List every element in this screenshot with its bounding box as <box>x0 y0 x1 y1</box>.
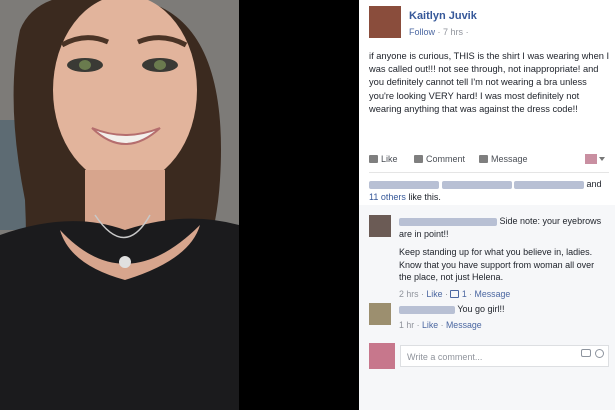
comment-text: You go girl!! <box>457 304 505 314</box>
comment-message-link[interactable]: Message <box>475 289 511 299</box>
redacted-name <box>369 180 439 189</box>
comment-continuation: Keep standing up for what you believe in… <box>399 247 595 282</box>
comment-item: You go girl!! 1 hr · Like · Message <box>369 303 609 333</box>
comment-time[interactable]: 1 hr <box>399 320 414 330</box>
thumbs-up-icon <box>369 155 378 163</box>
camera-icon[interactable] <box>581 349 591 357</box>
follow-link[interactable]: Follow <box>409 27 435 37</box>
post-actions: Like Comment Message <box>369 150 609 170</box>
black-gutter <box>239 0 359 410</box>
and-text: and <box>586 179 602 189</box>
comment-meta: 1 hr · Like · Message <box>399 319 482 330</box>
message-icon <box>479 155 488 163</box>
post-header: Kaitlyn Juvik Follow · 7 hrs · <box>369 6 609 40</box>
comment-like-link[interactable]: Like <box>426 289 442 299</box>
chevron-down-icon <box>599 157 605 161</box>
comment-like-link[interactable]: Like <box>422 320 438 330</box>
like-label: Like <box>381 154 398 164</box>
author-name[interactable]: Kaitlyn Juvik <box>409 10 477 22</box>
comment-item: Side note: your eyebrows are in point!! … <box>369 215 609 307</box>
author-avatar[interactable] <box>369 6 401 38</box>
post-text: if anyone is curious, THIS is the shirt … <box>369 51 610 114</box>
message-button[interactable]: Message <box>479 154 528 164</box>
audience-avatar <box>585 154 597 164</box>
redacted-name <box>441 180 512 189</box>
likes-summary: and 11 others like this. <box>369 178 609 204</box>
comment-body: You go girl!! 1 hr · Like · Message <box>399 303 609 331</box>
audience-selector[interactable] <box>585 152 607 166</box>
comment-input[interactable]: Write a comment... <box>400 345 609 367</box>
like-this-text: like this. <box>408 192 441 202</box>
comment-button[interactable]: Comment <box>414 154 465 164</box>
comment-body: Side note: your eyebrows are in point!! … <box>399 215 609 300</box>
post-meta: Follow · 7 hrs · <box>409 27 469 37</box>
message-label: Message <box>491 154 528 164</box>
post-time[interactable]: 7 hrs <box>443 27 463 37</box>
comment-message-link[interactable]: Message <box>446 320 482 330</box>
commenter-avatar[interactable] <box>369 215 391 237</box>
comment-time[interactable]: 2 hrs <box>399 289 419 299</box>
post-photo <box>0 0 239 410</box>
comment-label: Comment <box>426 154 466 164</box>
redacted-commenter-name[interactable] <box>399 305 455 314</box>
comment-meta: 2 hrs · Like · 1 · Message <box>399 288 511 299</box>
redacted-commenter-name[interactable] <box>399 217 497 226</box>
commenter-avatar[interactable] <box>369 303 391 325</box>
divider <box>369 172 609 173</box>
like-button[interactable]: Like <box>369 154 398 164</box>
viewer-avatar <box>369 343 395 369</box>
selfie-illustration <box>0 0 239 410</box>
thumbs-up-icon <box>450 290 460 299</box>
comment-like-count[interactable]: 1 <box>462 289 467 299</box>
smiley-icon[interactable] <box>595 349 604 358</box>
comments-section: Side note: your eyebrows are in point!! … <box>359 205 615 410</box>
speech-bubble-icon <box>414 155 423 163</box>
redacted-name <box>514 180 585 189</box>
others-link[interactable]: 11 others <box>369 192 406 202</box>
comment-composer: Write a comment... <box>369 343 609 371</box>
globe-icon: · <box>465 27 469 37</box>
